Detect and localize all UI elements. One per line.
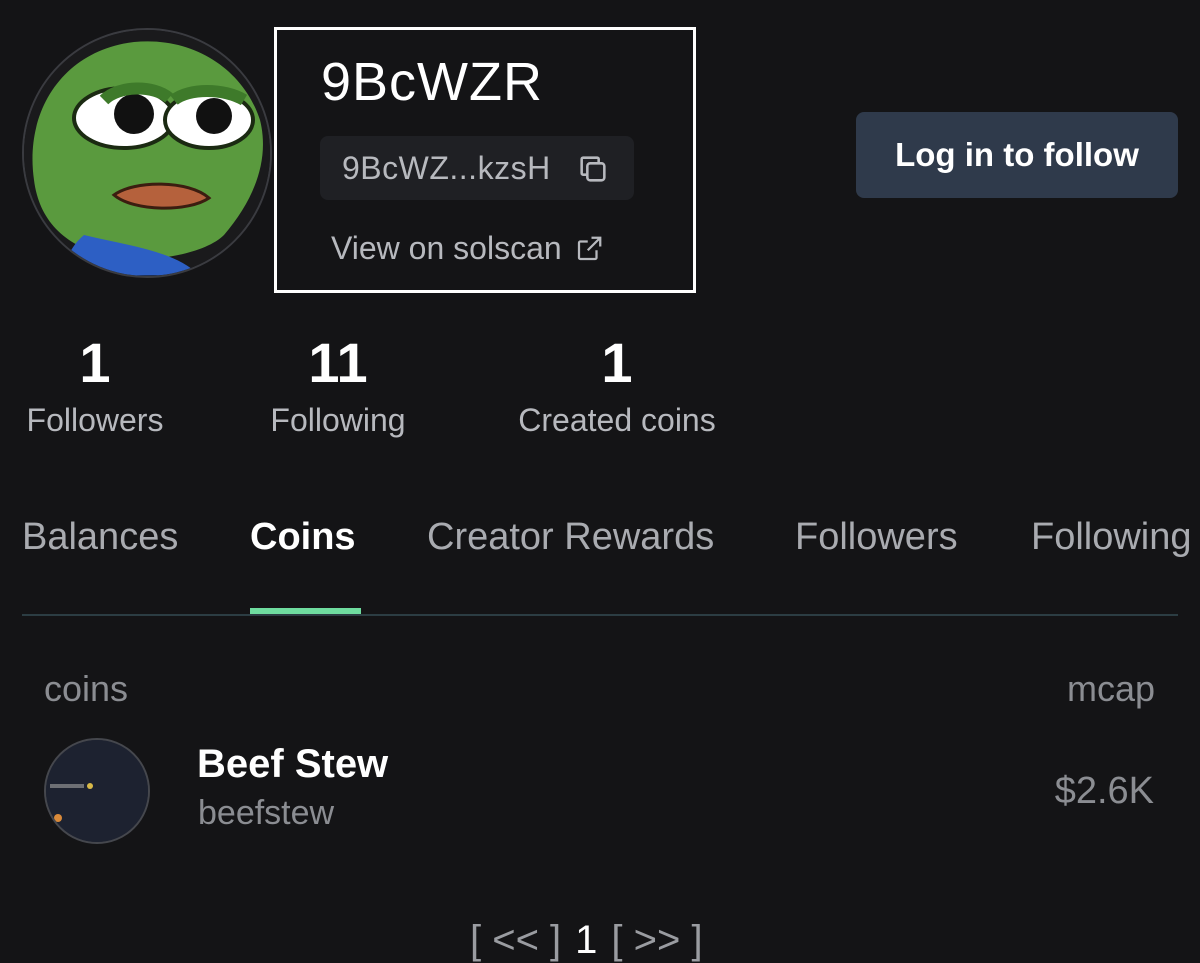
stat-value: 1 bbox=[601, 331, 633, 394]
column-header-coins: coins bbox=[44, 668, 129, 709]
prev-page-button[interactable]: [ << ] bbox=[470, 918, 561, 962]
wallet-identity-box: 9BcWZR 9BcWZ...kzsH View on solscan bbox=[274, 27, 696, 293]
stat-value: 1 bbox=[79, 331, 111, 394]
stat-following: 11 Following bbox=[264, 330, 412, 439]
tab-coins[interactable]: Coins bbox=[250, 516, 356, 559]
stat-followers: 1 Followers bbox=[22, 330, 168, 439]
coin-image bbox=[44, 738, 150, 844]
wallet-address: 9BcWZ...kzsH bbox=[342, 149, 551, 186]
tab-following[interactable]: Following bbox=[1031, 516, 1192, 559]
stat-label: Following bbox=[270, 402, 406, 438]
coin-mcap: $2.6K bbox=[1054, 770, 1154, 812]
profile-tabs: Balances Coins Creator Rewards Followers… bbox=[0, 510, 1200, 570]
profile-username: 9BcWZR bbox=[321, 52, 543, 112]
tabs-divider bbox=[22, 614, 1178, 616]
current-page: 1 bbox=[575, 918, 598, 962]
solscan-label: View on solscan bbox=[331, 230, 562, 266]
stat-label: Followers bbox=[26, 402, 164, 438]
tab-balances[interactable]: Balances bbox=[22, 516, 178, 559]
coin-ticker: beefstew bbox=[198, 794, 335, 832]
stat-label: Created coins bbox=[518, 402, 716, 438]
wallet-address-pill[interactable]: 9BcWZ...kzsH bbox=[320, 136, 634, 200]
column-header-mcap: mcap bbox=[1066, 668, 1155, 709]
copy-icon[interactable] bbox=[576, 152, 610, 186]
pepe-frog-avatar-icon bbox=[24, 30, 270, 276]
tab-creator-rewards[interactable]: Creator Rewards bbox=[427, 516, 714, 559]
stat-value: 11 bbox=[308, 331, 368, 394]
coin-thumbnail-icon bbox=[46, 740, 148, 842]
external-link-icon bbox=[577, 236, 602, 260]
pagination: [ << ] 1 [ >> ] bbox=[470, 918, 703, 963]
profile-avatar bbox=[22, 28, 272, 278]
tab-followers[interactable]: Followers bbox=[795, 516, 958, 559]
coin-row[interactable]: Beef Stew beefstew $2.6K bbox=[22, 730, 1178, 850]
login-to-follow-button[interactable]: Log in to follow bbox=[856, 112, 1178, 198]
next-page-button[interactable]: [ >> ] bbox=[611, 918, 702, 962]
view-on-solscan-link[interactable]: View on solscan bbox=[331, 230, 604, 267]
coin-name: Beef Stew bbox=[197, 742, 389, 786]
stat-created-coins: 1 Created coins bbox=[508, 330, 726, 439]
